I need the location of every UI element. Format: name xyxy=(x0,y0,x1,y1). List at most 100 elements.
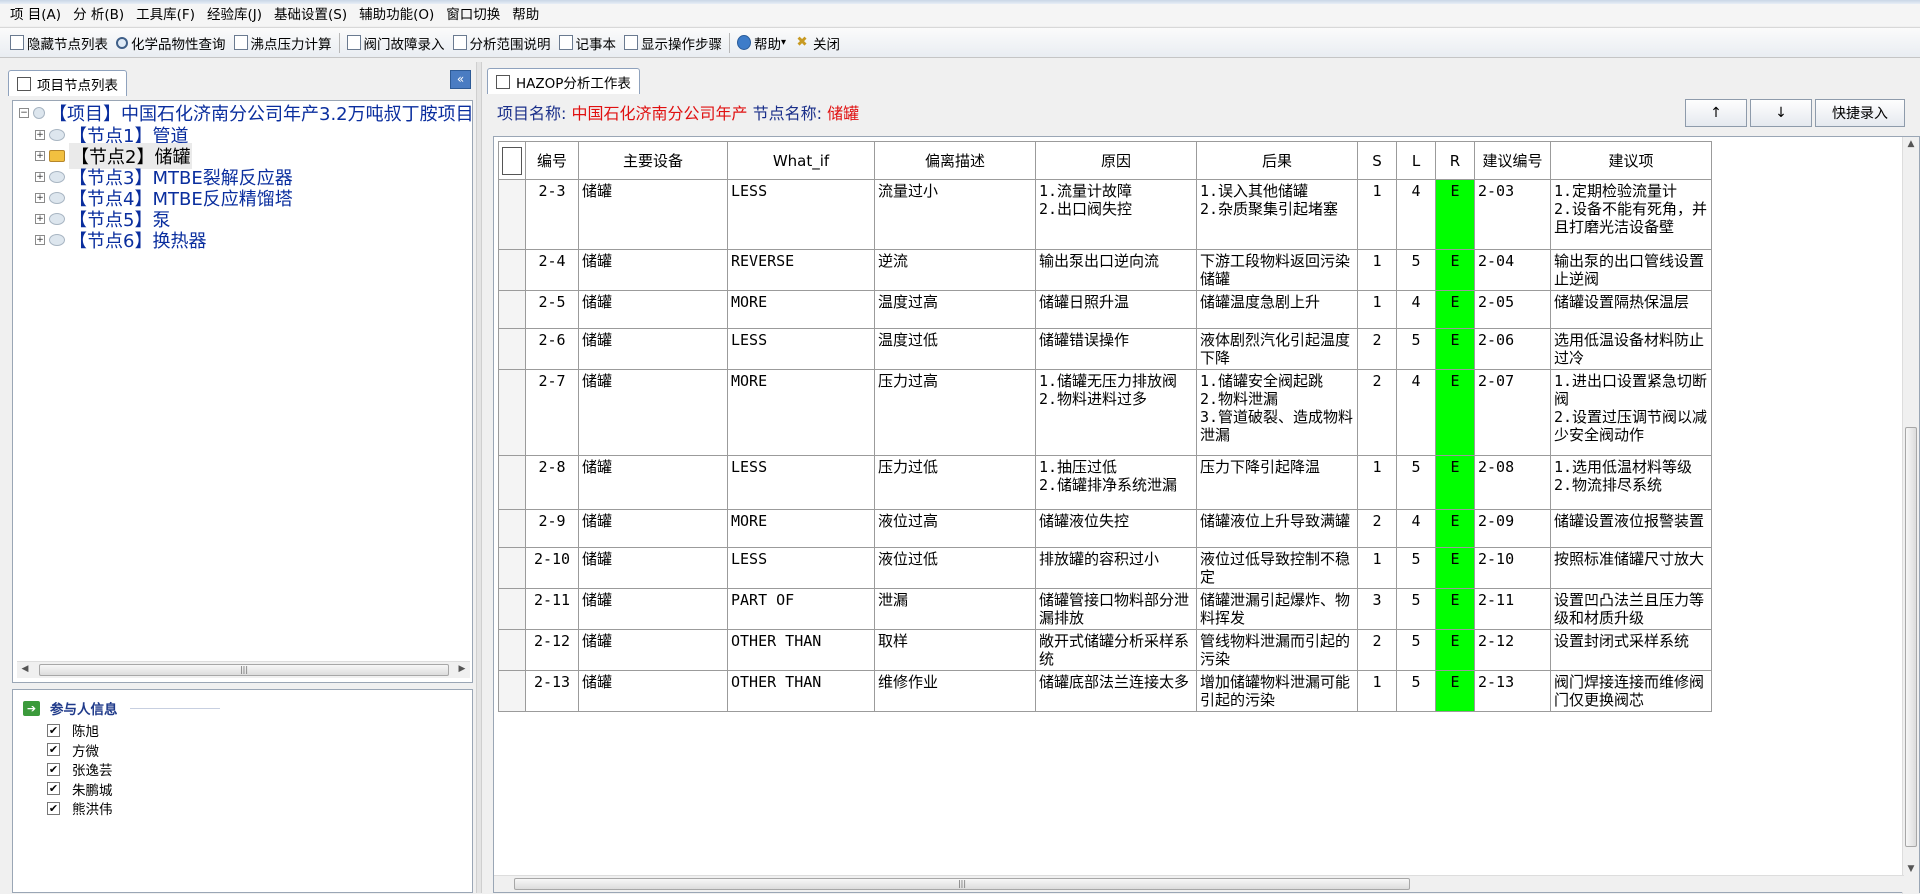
cell-s[interactable]: 1 xyxy=(1357,455,1397,510)
cell-sug[interactable]: 1.选用低温材料等级 2.物流排尽系统 xyxy=(1550,455,1712,510)
cell-whatif[interactable]: MORE xyxy=(727,290,875,329)
cell-id[interactable]: 2-9 xyxy=(525,509,579,548)
cell-sid[interactable]: 2-08 xyxy=(1474,455,1551,510)
cell-whatif[interactable]: PART OF xyxy=(727,588,875,630)
toolbar-button-5[interactable]: 记事本 xyxy=(555,31,621,55)
participant-item[interactable]: ✔ 朱鹏城 xyxy=(47,779,113,799)
cell-equip[interactable]: 储罐 xyxy=(578,328,728,370)
cell-sid[interactable]: 2-12 xyxy=(1474,629,1551,671)
collapse-panel-button[interactable]: « xyxy=(450,70,471,89)
table-row[interactable]: 2-12 储罐 OTHER THAN 取样 敞开式储罐分析采样系统 管线物料泄漏而引起的污… xyxy=(498,629,1712,671)
cell-dev[interactable]: 压力过低 xyxy=(874,455,1036,510)
cell-equip[interactable]: 储罐 xyxy=(578,455,728,510)
table-row[interactable]: 2-6 储罐 LESS 温度过低 储罐错误操作 液体剧烈汽化引起温度下降 2 5 E 2-06 选用… xyxy=(498,328,1712,370)
menu-item-3[interactable]: 经验库(J) xyxy=(201,4,268,26)
cell-whatif[interactable]: OTHER THAN xyxy=(727,629,875,671)
column-header-1[interactable]: 主要设备 xyxy=(578,141,728,180)
cell-equip[interactable]: 储罐 xyxy=(578,179,728,250)
toolbar-button-3[interactable]: 阀门故障录入 xyxy=(343,31,449,55)
cell-dev[interactable]: 温度过高 xyxy=(874,290,1036,329)
cell-sug[interactable]: 储罐设置隔热保温层 xyxy=(1550,290,1712,329)
table-row[interactable]: 2-9 储罐 MORE 液位过高 储罐液位失控 储罐液位上升导致满罐 2 4 E 2-09 储罐设置… xyxy=(498,509,1712,548)
table-row[interactable]: 2-11 储罐 PART OF 泄漏 储罐管接口物料部分泄漏排放 储罐泄漏引起爆炸、物料挥… xyxy=(498,588,1712,630)
column-header-3[interactable]: 偏离描述 xyxy=(874,141,1036,180)
cell-r[interactable]: E xyxy=(1435,455,1475,510)
panel-splitter[interactable] xyxy=(476,62,482,893)
cell-cause[interactable]: 1.流量计故障 2.出口阀失控 xyxy=(1035,179,1197,250)
cell-l[interactable]: 5 xyxy=(1396,455,1436,510)
cell-s[interactable]: 1 xyxy=(1357,249,1397,291)
participant-item[interactable]: ✔ 张逸芸 xyxy=(47,759,113,779)
cell-dev[interactable]: 液位过高 xyxy=(874,509,1036,548)
row-header[interactable] xyxy=(498,369,526,456)
checkbox-checked-icon[interactable]: ✔ xyxy=(47,762,60,776)
cell-sid[interactable]: 2-03 xyxy=(1474,179,1551,250)
cell-s[interactable]: 1 xyxy=(1357,670,1397,712)
cell-equip[interactable]: 储罐 xyxy=(578,249,728,291)
cell-id[interactable]: 2-4 xyxy=(525,249,579,291)
column-header-9[interactable]: 建议编号 xyxy=(1474,141,1551,180)
cell-r[interactable]: E xyxy=(1435,509,1475,548)
cell-equip[interactable]: 储罐 xyxy=(578,629,728,671)
worksheet-horizontal-scrollbar[interactable]: ||| xyxy=(494,875,1904,892)
cell-whatif[interactable]: LESS xyxy=(727,547,875,589)
cell-conseq[interactable]: 储罐温度急剧上升 xyxy=(1196,290,1358,329)
cell-sug[interactable]: 储罐设置液位报警装置 xyxy=(1550,509,1712,548)
cell-l[interactable]: 4 xyxy=(1396,179,1436,250)
menu-item-0[interactable]: 项 目(A) xyxy=(4,4,67,26)
expand-icon[interactable]: + xyxy=(35,151,45,161)
cell-conseq[interactable]: 1.储罐安全阀起跳 2.物料泄漏 3.管道破裂、造成物料泄漏 xyxy=(1196,369,1358,456)
expand-icon[interactable]: + xyxy=(35,172,45,182)
worksheet-vertical-scrollbar[interactable]: ▲ ▼ xyxy=(1902,137,1919,894)
cell-r[interactable]: E xyxy=(1435,290,1475,329)
cell-whatif[interactable]: LESS xyxy=(727,455,875,510)
toolbar-button-8[interactable]: ✖ 关闭 xyxy=(790,31,844,55)
participant-item[interactable]: ✔ 陈旭 xyxy=(47,720,99,740)
cell-l[interactable]: 4 xyxy=(1396,369,1436,456)
cell-l[interactable]: 4 xyxy=(1396,290,1436,329)
cell-cause[interactable]: 1.抽压过低 2.储罐排净系统泄漏 xyxy=(1035,455,1197,510)
cell-id[interactable]: 2-6 xyxy=(525,328,579,370)
column-header-0[interactable]: 编号 xyxy=(525,141,579,180)
cell-conseq[interactable]: 压力下降引起降温 xyxy=(1196,455,1358,510)
table-row[interactable]: 2-3 储罐 LESS 流量过小 1.流量计故障 2.出口阀失控 1.误入其他储罐 2.杂… xyxy=(498,179,1712,250)
cell-dev[interactable]: 逆流 xyxy=(874,249,1036,291)
cell-conseq[interactable]: 储罐液位上升导致满罐 xyxy=(1196,509,1358,548)
cell-sug[interactable]: 阀门焊接连接而维修阀门仅更换阀芯 xyxy=(1550,670,1712,712)
menu-item-5[interactable]: 辅助功能(O) xyxy=(353,4,440,26)
cell-s[interactable]: 2 xyxy=(1357,629,1397,671)
table-row[interactable]: 2-10 储罐 LESS 液位过低 排放罐的容积过小 液位过低导致控制不稳定 1 5 E 2-10… xyxy=(498,547,1712,589)
scroll-thumb[interactable]: ||| xyxy=(39,664,449,676)
toolbar-button-4[interactable]: 分析范围说明 xyxy=(449,31,555,55)
cell-sid[interactable]: 2-11 xyxy=(1474,588,1551,630)
cell-r[interactable]: E xyxy=(1435,670,1475,712)
cell-conseq[interactable]: 管线物料泄漏而引起的污染 xyxy=(1196,629,1358,671)
cell-s[interactable]: 2 xyxy=(1357,509,1397,548)
column-header-4[interactable]: 原因 xyxy=(1035,141,1197,180)
row-header[interactable] xyxy=(498,290,526,329)
row-header[interactable] xyxy=(498,328,526,370)
cell-whatif[interactable]: LESS xyxy=(727,328,875,370)
cell-cause[interactable]: 储罐管接口物料部分泄漏排放 xyxy=(1035,588,1197,630)
cell-id[interactable]: 2-7 xyxy=(525,369,579,456)
cell-sug[interactable]: 1.定期检验流量计 2.设备不能有死角，并且打磨光洁设备壁 xyxy=(1550,179,1712,250)
cell-sid[interactable]: 2-09 xyxy=(1474,509,1551,548)
cell-l[interactable]: 5 xyxy=(1396,629,1436,671)
cell-whatif[interactable]: MORE xyxy=(727,369,875,456)
expand-icon[interactable]: + xyxy=(35,130,45,140)
menu-item-6[interactable]: 窗口切换 xyxy=(440,4,506,26)
cell-id[interactable]: 2-13 xyxy=(525,670,579,712)
cell-dev[interactable]: 温度过低 xyxy=(874,328,1036,370)
toolbar-button-7[interactable]: 帮助 ▾ xyxy=(733,31,790,55)
cell-id[interactable]: 2-12 xyxy=(525,629,579,671)
cell-equip[interactable]: 储罐 xyxy=(578,369,728,456)
cell-conseq[interactable]: 增加储罐物料泄漏可能引起的污染 xyxy=(1196,670,1358,712)
row-header[interactable] xyxy=(498,455,526,510)
cell-s[interactable]: 1 xyxy=(1357,179,1397,250)
cell-equip[interactable]: 储罐 xyxy=(578,670,728,712)
scroll-up-icon[interactable]: ▲ xyxy=(1905,139,1917,149)
table-row[interactable]: 2-7 储罐 MORE 压力过高 1.储罐无压力排放阀 2.物料进料过多 1.储罐安全阀起… xyxy=(498,369,1712,456)
cell-cause[interactable]: 敞开式储罐分析采样系统 xyxy=(1035,629,1197,671)
toolbar-button-0[interactable]: 隐藏节点列表 xyxy=(6,31,112,55)
column-header-8[interactable]: R xyxy=(1435,141,1475,180)
